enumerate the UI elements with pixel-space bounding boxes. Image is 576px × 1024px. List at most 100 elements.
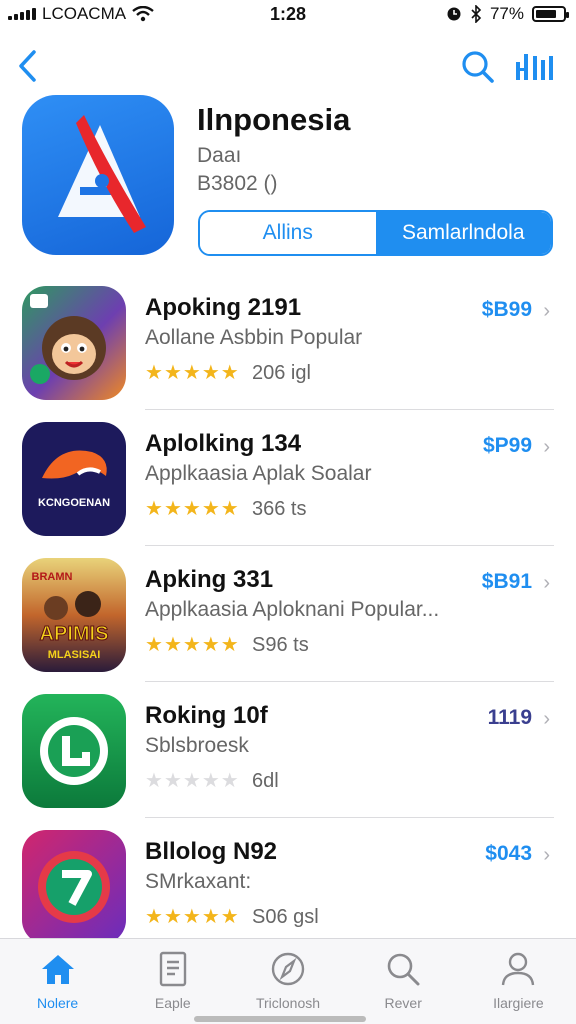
header-subtitle: Daaı [197,144,242,167]
tab-account[interactable]: Ilargiere [461,939,576,1024]
rating-count: 366 ts [252,498,307,520]
star-icon: ★ [145,362,164,384]
star-icon: ★ [163,906,183,928]
chevron-right-icon: › [543,300,550,322]
star-icon: ★ [182,634,202,656]
price-button[interactable]: $043 [485,842,532,866]
tab-label: Triclonosh [255,995,321,1011]
divider [145,817,554,818]
home-icon [41,955,74,984]
app-name: Apoking 2191 [145,294,302,321]
app-description: Aollane Asbbin Popular [145,326,363,349]
list-item[interactable]: KCNGOENAN Aplolking 134 Applkaasia Aplak… [0,416,576,546]
star-icon: ★ [201,906,221,928]
star-rating: ★★★★★ [145,904,240,929]
search-icon [462,51,494,83]
app-name: Apking 331 [145,566,274,593]
price-button[interactable]: 1119 [488,706,532,730]
star-icon: ★ [220,498,240,520]
star-icon: ★ [201,770,221,792]
star-icon: ★ [163,634,183,656]
star-icon: ★ [201,498,221,520]
app-icon-green-circle [22,694,126,808]
bar-chart-icon [516,54,553,80]
app-name: Bllolog N92 [145,838,278,865]
star-icon: ★ [220,770,240,792]
star-icon: ★ [182,770,202,792]
app-logo-icon [58,115,146,233]
star-rating: ★★★★★ [145,768,240,793]
star-icon: ★ [145,906,164,928]
star-icon: ★ [145,498,164,520]
price-button[interactable]: $P99 [483,434,532,458]
star-rating: ★★★★★ [145,632,240,657]
divider [145,681,554,682]
star-icon: ★ [182,362,202,384]
star-icon: ★ [145,770,164,792]
app-name: Roking 10f [145,702,268,729]
app-description: Applkaasia Aplak Soalar [145,462,372,485]
bluetooth-icon [471,5,482,23]
rating-count: S96 ts [252,634,309,656]
svg-text:KCNGOENAN: KCNGOENAN [38,497,110,509]
featured-app-icon[interactable] [22,95,174,255]
app-description: Applkaasia Aploknani Popular... [145,598,440,621]
star-rating: ★★★★★ [145,496,240,521]
battery-icon [532,6,569,22]
app-icon-movie-poster: BRAMN APIMIS MLASISAI [22,558,126,672]
app-description: SMrkaxant: [145,870,252,893]
list-item[interactable]: BRAMN APIMIS MLASISAI Apking 331 Applkaa… [0,552,576,682]
star-icon: ★ [182,906,202,928]
segmented-control: Allins Samlarlndola [198,210,553,256]
list-item[interactable]: Roking 10f Sblsbroesk ★★★★★ 6dl 1119 › [0,688,576,818]
price-button[interactable]: $B99 [482,298,532,322]
tab-label: Ilargiere [493,995,544,1011]
star-icon: ★ [220,634,240,656]
svg-text:MLASISAI: MLASISAI [48,649,101,661]
battery-percent: 77% [489,4,524,23]
list-item[interactable]: Bllolog N92 SMrkaxant: ★★★★★ S06 gsl $04… [0,824,576,954]
status-bar: LCOACMA 1:28 77% [0,0,576,28]
app-description: Sblsbroesk [145,734,249,757]
document-icon [159,951,186,987]
status-right: 77% [446,4,569,24]
poster-icon: BRAMN APIMIS MLASISAI [32,571,109,661]
green-logo-icon [40,717,108,785]
rating-count: S06 gsl [252,906,319,928]
divider [145,409,554,410]
tab-home[interactable]: Nolere [0,939,115,1024]
price-button[interactable]: $B91 [482,570,532,594]
tab-search[interactable]: Rever [346,939,461,1024]
chevron-right-icon: › [543,436,550,458]
chevron-right-icon: › [543,572,550,594]
star-icon: ★ [220,362,240,384]
app-icon-mascot [22,286,126,400]
segment-popular[interactable]: Samlarlndola [375,212,551,254]
chevron-right-icon: › [543,708,550,730]
tab-explore[interactable]: Triclonosh [230,939,345,1024]
chevron-right-icon: › [543,844,550,866]
divider [145,545,554,546]
tab-label: Eaple [154,995,191,1011]
list-item[interactable]: Apoking 2191 Aollane Asbbin Popular ★★★★… [0,280,576,410]
tab-document[interactable]: Eaple [115,939,230,1024]
star-icon: ★ [163,362,183,384]
star-icon: ★ [201,362,221,384]
chart-button[interactable] [512,46,556,86]
tab-label: Rever [384,995,422,1011]
star-icon: ★ [163,770,183,792]
tab-label: Nolere [36,995,79,1011]
segment-all[interactable]: Allins [200,212,376,254]
compass-icon [271,952,305,986]
back-button[interactable] [14,46,44,86]
star-icon: ★ [163,498,183,520]
header-meta: B3802 () [197,172,278,195]
alarm-icon [447,7,461,21]
star-icon: ★ [201,634,221,656]
home-indicator [194,1016,366,1022]
nav-bar [0,40,576,90]
star-icon: ★ [145,634,164,656]
svg-text:APIMIS: APIMIS [40,623,109,645]
star-icon: ★ [220,906,240,928]
search-button[interactable] [460,46,496,86]
